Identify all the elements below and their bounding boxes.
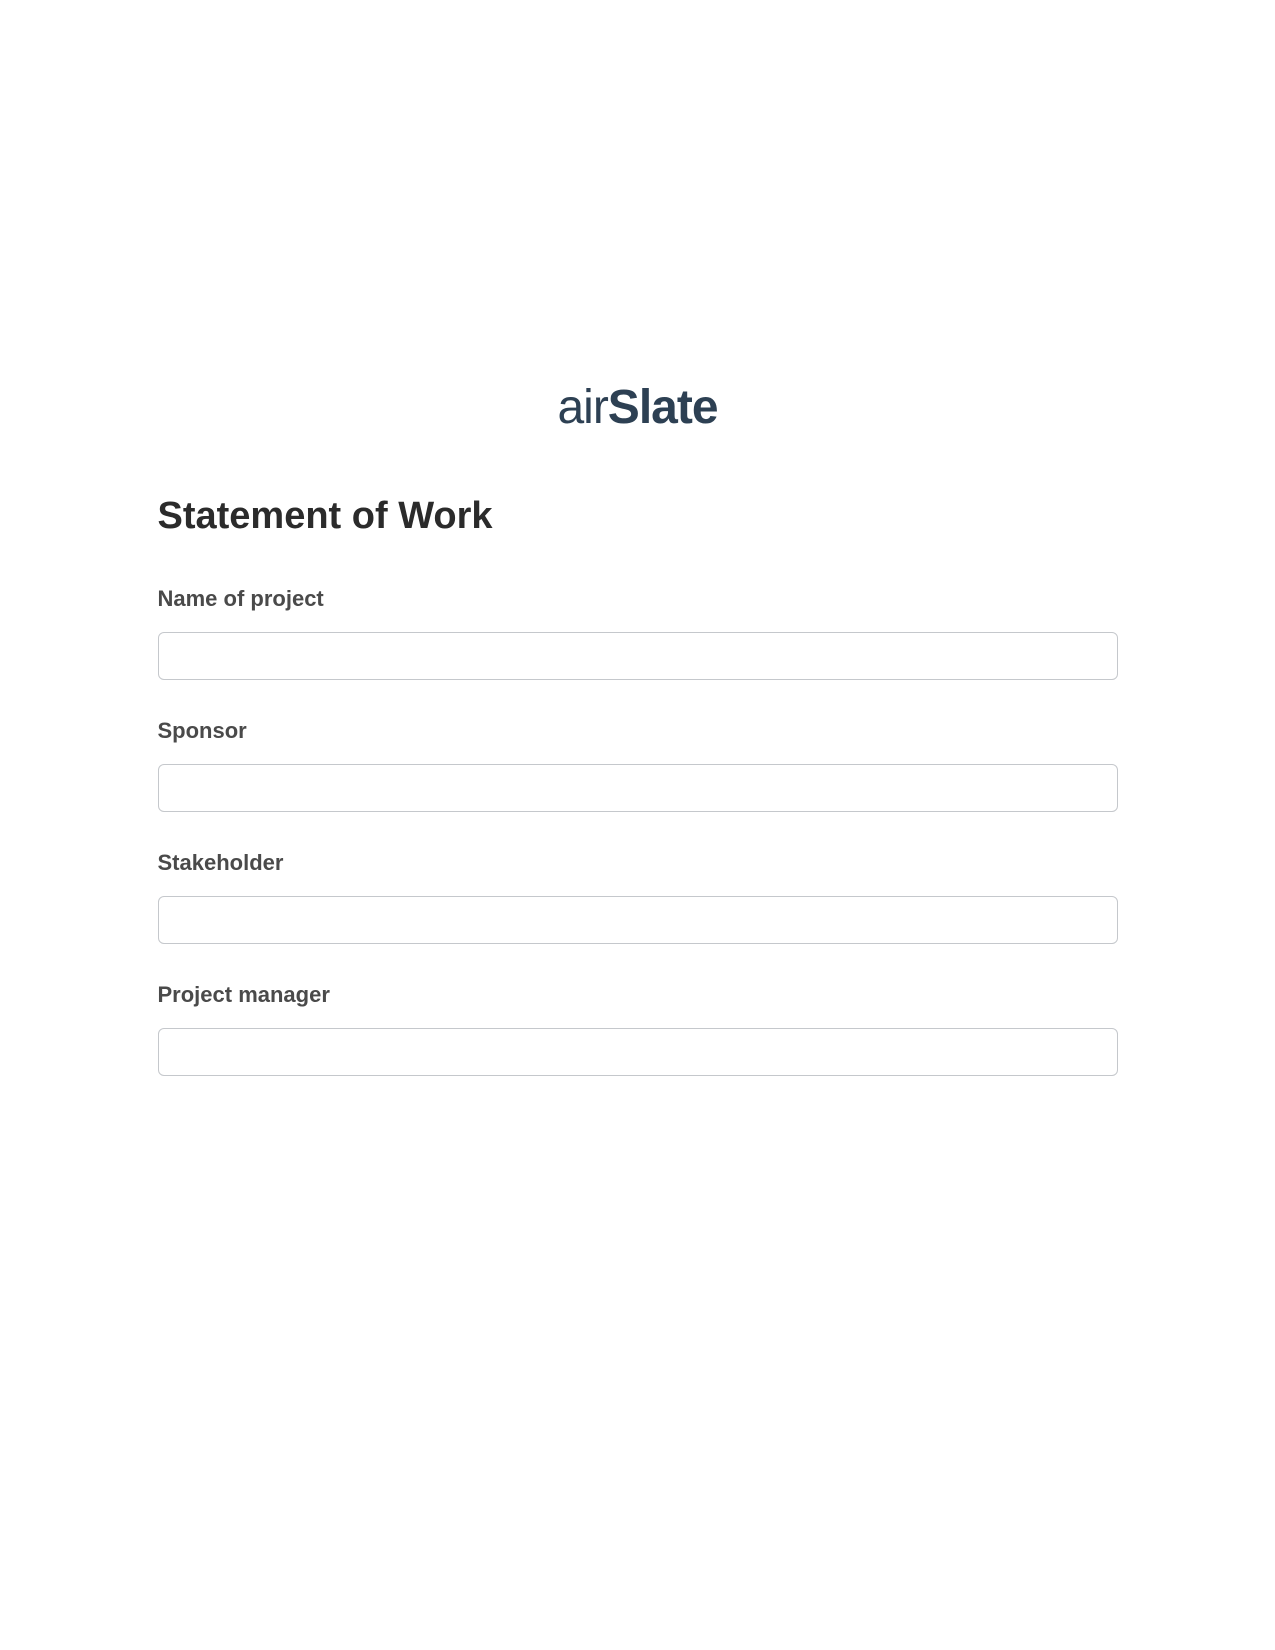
label-stakeholder: Stakeholder <box>158 850 1118 876</box>
field-name-of-project: Name of project <box>158 586 1118 680</box>
logo-text: airSlate <box>557 381 717 434</box>
input-name-of-project[interactable] <box>158 632 1118 680</box>
page-title: Statement of Work <box>158 495 1118 538</box>
input-sponsor[interactable] <box>158 764 1118 812</box>
input-stakeholder[interactable] <box>158 896 1118 944</box>
logo-suffix: Slate <box>608 381 718 434</box>
logo: airSlate <box>158 380 1118 435</box>
label-sponsor: Sponsor <box>158 718 1118 744</box>
form-container: airSlate Statement of Work Name of proje… <box>158 0 1118 1076</box>
label-name-of-project: Name of project <box>158 586 1118 612</box>
field-stakeholder: Stakeholder <box>158 850 1118 944</box>
logo-prefix: air <box>557 381 607 434</box>
field-sponsor: Sponsor <box>158 718 1118 812</box>
field-project-manager: Project manager <box>158 982 1118 1076</box>
label-project-manager: Project manager <box>158 982 1118 1008</box>
input-project-manager[interactable] <box>158 1028 1118 1076</box>
